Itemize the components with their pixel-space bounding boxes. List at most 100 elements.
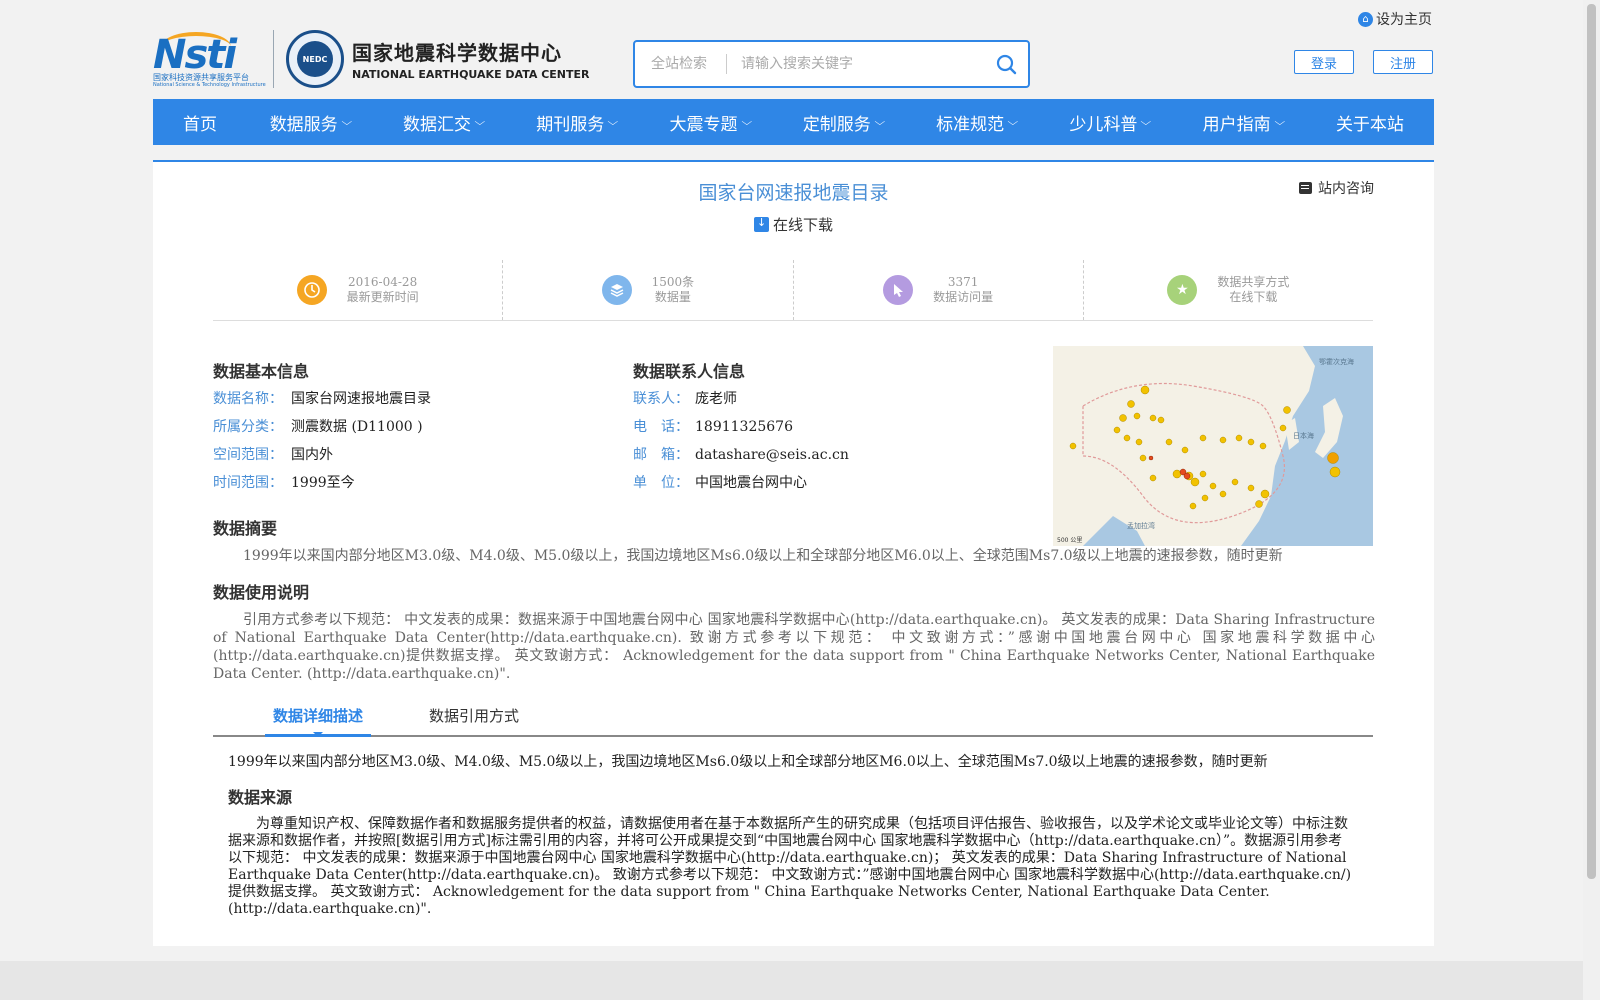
data-source-text: 为尊重知识产权、保障数据作者和数据服务提供者的权益，请数据使用者在基于本数据所产… — [228, 816, 1352, 917]
clock-icon — [296, 275, 327, 305]
main-nav: 首页 数据服务 ⌵ 数据汇交 ⌵ 期刊服务 ⌵ 大震专题 ⌵ 定制服务 ⌵ 标准规范 ⌵ 少… — [153, 99, 1434, 145]
logo-divider — [273, 30, 274, 88]
nav-item-about[interactable]: 关于本站 — [1336, 110, 1404, 135]
info-key: 数据名称： — [213, 391, 283, 407]
info-key: 电 话： — [633, 419, 689, 435]
nav-item-label: 首页 — [183, 114, 217, 135]
chevron-down-icon: ⌵ — [874, 116, 885, 128]
info-value: datashare@seis.ac.cn — [695, 447, 849, 463]
tab-citation-method[interactable]: 数据引用方式 — [421, 705, 527, 737]
homepage-icon: ⌂ — [1358, 11, 1373, 27]
footer-band — [0, 961, 1583, 1000]
nav-item-label: 标准规范 — [936, 114, 1005, 135]
info-key: 联系人： — [633, 391, 689, 407]
chevron-down-icon: ⌵ — [741, 116, 752, 128]
stat-label: 数据访问量 — [933, 290, 994, 304]
nav-item-major-earthquake[interactable]: 大震专题 ⌵ — [670, 110, 752, 135]
dataset-title: 国家台网速报地震目录 — [698, 182, 889, 204]
nav-item-home[interactable]: 首页 — [183, 110, 217, 135]
earthquake-map: 鄂霍次克海 日本海 孟加拉湾 500 公里 — [1053, 346, 1373, 546]
search-input[interactable] — [727, 49, 984, 79]
nav-item-label: 数据汇交 — [402, 114, 471, 135]
login-button[interactable]: 登录 — [1294, 50, 1354, 74]
stat-label: 在线下载 — [1229, 290, 1278, 304]
stat-label: 数据量 — [654, 290, 691, 304]
usage-text: 引用方式参考以下规范： 中文发表的成果：数据来源于中国地震台网中心 国家地震科学… — [213, 612, 1375, 682]
map-scale: 500 公里 — [1057, 537, 1082, 544]
info-key: 所属分类： — [213, 419, 283, 435]
info-row: 邮 箱： datashare@seis.ac.cn — [633, 441, 849, 469]
search-button[interactable] — [984, 42, 1028, 86]
map-label-okhotsk: 鄂霍次克海 — [1319, 357, 1354, 366]
contact-info-list: 联系人： 庞老师 电 话： 18911325676 邮 箱： datashare@se… — [633, 385, 849, 497]
info-value: 18911325676 — [695, 419, 793, 435]
site-logo[interactable]: Nsti 国家科技资源共享服务平台 National Science & Tec… — [153, 28, 589, 90]
nsti-logo-subtitle-en: National Science & Technology Infrastruc… — [153, 82, 266, 88]
stats-bar: 2016-04-28 最新更新时间 1500条 数据量 3371 数据访问量 ★ 数据… — [213, 260, 1373, 320]
info-value: 1999至今 — [291, 475, 355, 491]
stat-text: 1500条 数据量 — [652, 275, 695, 305]
chevron-down-icon: ⌵ — [474, 116, 486, 128]
nav-item-data-submission[interactable]: 数据汇交 ⌵ — [402, 110, 486, 135]
stat-data-volume: 1500条 数据量 — [503, 260, 794, 320]
earthquake-map-thumbnail[interactable]: 鄂霍次克海 日本海 孟加拉湾 500 公里 — [1053, 346, 1373, 546]
info-row: 所属分类： 测震数据 (D11000 ) — [213, 413, 431, 441]
stat-value: 1500条 — [651, 275, 695, 289]
chevron-down-icon: ⌵ — [341, 116, 352, 128]
nav-item-kids-science[interactable]: 少儿科普 ⌵ — [1069, 110, 1152, 135]
stat-visits: 3371 数据访问量 — [794, 260, 1084, 320]
cursor-icon — [883, 275, 914, 305]
info-row: 电 话： 18911325676 — [633, 413, 849, 441]
nav-item-label: 关于本站 — [1335, 114, 1404, 135]
nedc-name-en: NATIONAL EARTHQUAKE DATA CENTER — [352, 68, 590, 81]
chevron-down-icon: ⌵ — [1274, 116, 1285, 128]
map-label-sea-of-japan: 日本海 — [1293, 431, 1314, 440]
register-button[interactable]: 注册 — [1373, 50, 1433, 74]
chevron-down-icon: ⌵ — [1007, 116, 1019, 128]
info-key: 单 位： — [633, 475, 689, 491]
page-scrollbar[interactable] — [1583, 0, 1600, 1000]
nav-item-standards[interactable]: 标准规范 ⌵ — [936, 110, 1019, 135]
search-scope-select[interactable]: 全站检索 — [635, 54, 727, 74]
nav-item-journal-service[interactable]: 期刊服务 ⌵ — [536, 110, 618, 135]
chevron-down-icon: ⌵ — [1140, 116, 1152, 128]
info-key: 空间范围： — [213, 447, 283, 463]
stat-label: 最新更新时间 — [346, 290, 419, 304]
nedc-name-cn: 国家地震科学数据中心 — [352, 41, 562, 65]
scrollbar-thumb[interactable] — [1587, 4, 1596, 879]
download-label: 在线下载 — [772, 216, 833, 234]
nav-item-data-service[interactable]: 数据服务 ⌵ — [269, 110, 352, 135]
stats-divider — [213, 320, 1373, 321]
consult-label: 站内咨询 — [1318, 181, 1374, 197]
stat-text: 数据共享方式 在线下载 — [1217, 275, 1289, 305]
consult-button[interactable]: 站内咨询 — [1299, 178, 1374, 198]
download-link[interactable]: 在线下载 — [153, 214, 1434, 235]
set-homepage-label: 设为主页 — [1376, 12, 1432, 28]
info-value: 中国地震台网中心 — [695, 475, 807, 491]
nav-item-user-guide[interactable]: 用户指南 ⌵ — [1202, 110, 1285, 135]
nav-item-label: 数据服务 — [269, 114, 338, 135]
stat-text: 3371 数据访问量 — [933, 275, 993, 305]
download-icon — [753, 216, 769, 232]
nav-item-custom-service[interactable]: 定制服务 ⌵ — [802, 110, 885, 135]
info-value: 国内外 — [291, 447, 333, 463]
stat-value: 3371 — [947, 275, 979, 289]
set-homepage-link[interactable]: ⌂ 设为主页 — [1358, 9, 1432, 29]
info-row: 单 位： 中国地震台网中心 — [633, 469, 849, 497]
contact-info-heading: 数据联系人信息 — [633, 362, 746, 381]
info-key: 邮 箱： — [633, 447, 689, 463]
layers-icon — [601, 275, 632, 305]
tab-detail-description[interactable]: 数据详细描述 — [265, 705, 372, 737]
stat-value: 2016-04-28 — [348, 275, 418, 289]
nav-item-label: 定制服务 — [802, 114, 871, 135]
info-row: 空间范围： 国内外 — [213, 441, 431, 469]
dataset-detail-card: 国家台网速报地震目录 站内咨询 在线下载 2016-04-28最新更新时间 15… — [153, 160, 1434, 946]
info-row: 数据名称： 国家台网速报地震目录 — [213, 385, 431, 413]
info-row: 联系人： 庞老师 — [633, 385, 849, 413]
nsti-logo: Nsti 国家科技资源共享服务平台 National Science & Tec… — [153, 30, 266, 88]
stat-share-method: ★ 数据共享方式 在线下载 — [1084, 260, 1373, 320]
nav-item-label: 用户指南 — [1202, 114, 1271, 135]
stat-value: 数据共享方式 — [1217, 275, 1290, 289]
info-value: 国家台网速报地震目录 — [291, 391, 431, 407]
nedc-emblem-text: NEDC — [297, 41, 333, 77]
